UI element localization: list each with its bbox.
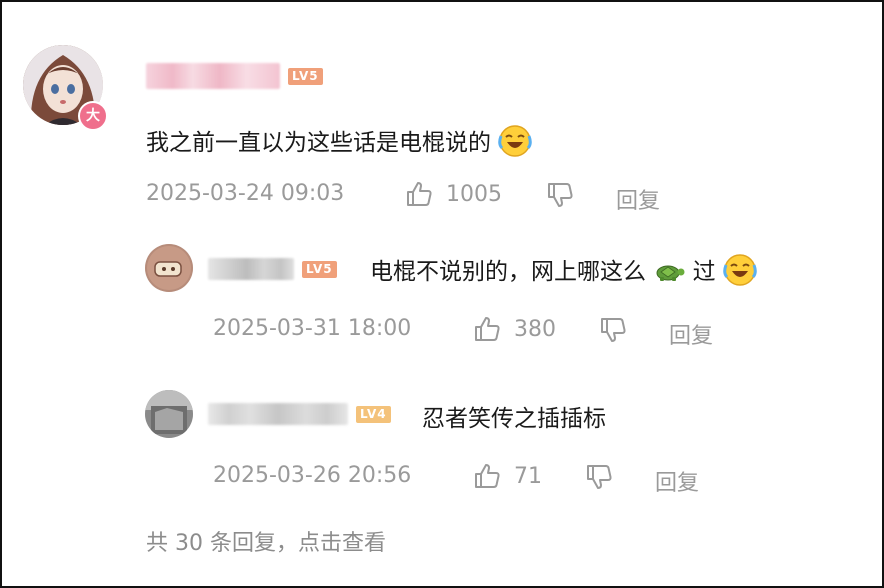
- level-badge: LV5: [302, 261, 337, 278]
- dislike-button[interactable]: [545, 180, 575, 210]
- reply-button[interactable]: 回复: [669, 318, 713, 350]
- like-button[interactable]: 380: [472, 313, 556, 345]
- avatar-photo-icon: [145, 244, 193, 292]
- turtle-icon: [653, 258, 685, 288]
- reply-button[interactable]: 回复: [655, 465, 699, 497]
- thumbs-down-icon: [601, 318, 626, 342]
- like-button[interactable]: 1005: [404, 178, 502, 210]
- username-blurred[interactable]: [208, 258, 294, 280]
- like-count: 380: [514, 316, 556, 342]
- level-badge-label: LV4: [360, 407, 387, 421]
- laughing-crying-face-icon: [723, 253, 757, 293]
- like-button[interactable]: 71: [472, 460, 542, 492]
- comment-timestamp: 2025-03-31 18:00: [213, 316, 412, 341]
- like-count: 1005: [446, 181, 502, 207]
- thumbs-up-icon: [475, 317, 500, 341]
- avatar[interactable]: [145, 244, 193, 292]
- thumbs-up-icon: [407, 182, 432, 206]
- comment-text-content: 我之前一直以为这些话是电棍说的: [146, 130, 491, 156]
- username-blurred[interactable]: [146, 63, 280, 89]
- level-badge: LV4: [356, 406, 391, 423]
- comment-text-tail: 过: [692, 259, 716, 285]
- view-all-replies-link[interactable]: 共 30 条回复，点击查看: [146, 525, 386, 557]
- comment-timestamp: 2025-03-24 09:03: [146, 181, 345, 206]
- comment-text: 忍者笑传之插插标: [422, 406, 606, 432]
- laughing-crying-face-icon: [498, 124, 533, 164]
- comment-text: 电棍不说别的，网上哪这么 过: [370, 252, 757, 293]
- thumbs-down-icon: [587, 465, 612, 489]
- reply-button[interactable]: 回复: [616, 183, 660, 215]
- avatar-badge: 大: [78, 101, 108, 131]
- username-blurred[interactable]: [208, 403, 348, 425]
- thumbs-down-icon: [548, 183, 573, 207]
- level-badge: LV5: [288, 68, 323, 85]
- dislike-button[interactable]: [584, 462, 614, 492]
- thumbs-up-icon: [475, 464, 500, 488]
- like-count: 71: [514, 463, 542, 489]
- comment-text-content: 电棍不说别的，网上哪这么: [370, 259, 646, 285]
- screenshot-frame: [0, 0, 884, 588]
- level-badge-label: LV5: [292, 69, 319, 83]
- level-badge-label: LV5: [306, 262, 333, 276]
- avatar[interactable]: [145, 390, 193, 438]
- comment-timestamp: 2025-03-26 20:56: [213, 463, 412, 488]
- dislike-button[interactable]: [598, 315, 628, 345]
- avatar-photo-icon: [145, 390, 193, 438]
- avatar-badge-label: 大: [86, 108, 100, 124]
- comment-text: 我之前一直以为这些话是电棍说的: [146, 123, 533, 164]
